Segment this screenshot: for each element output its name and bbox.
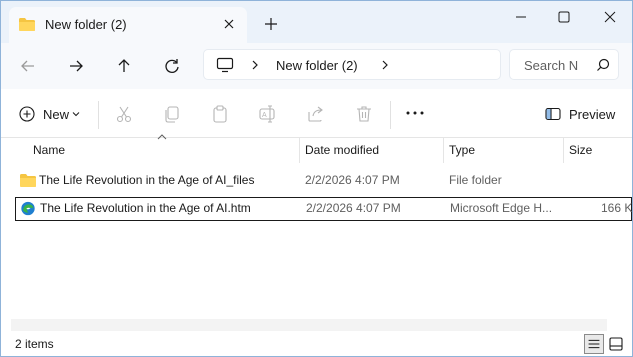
delete-icon[interactable] [354, 104, 374, 124]
tab-title: New folder (2) [45, 17, 127, 32]
copy-icon[interactable] [162, 104, 182, 124]
folder-icon [19, 18, 35, 31]
paste-icon[interactable] [210, 104, 230, 124]
search-input[interactable]: Search N [509, 49, 619, 80]
file-row[interactable]: The Life Revolution in the Age of AI_fil… [15, 169, 632, 193]
new-button[interactable]: New [15, 102, 87, 126]
column-divider[interactable] [299, 138, 300, 163]
title-bar: New folder (2) [1, 1, 632, 43]
search-placeholder: Search N [524, 58, 579, 73]
plus-icon[interactable] [263, 16, 279, 32]
arrow-right-icon[interactable] [65, 55, 87, 77]
minimize-icon[interactable] [499, 7, 543, 27]
plus-circle-icon [19, 106, 35, 122]
column-header-type[interactable]: Type [449, 143, 475, 157]
tab-new-folder-2[interactable]: New folder (2) [9, 7, 247, 43]
tiles-view-icon[interactable] [607, 335, 625, 353]
column-header-name[interactable]: Name [33, 143, 65, 157]
column-header-row: Name Date modified Type Size [1, 138, 632, 163]
column-divider[interactable] [563, 138, 564, 163]
file-type: File folder [449, 173, 502, 187]
file-size: 166 KB [601, 201, 633, 215]
cut-icon[interactable] [114, 104, 134, 124]
file-type: Microsoft Edge H... [450, 201, 553, 215]
file-date: 2/2/2026 4:07 PM [305, 173, 400, 187]
column-divider[interactable] [443, 138, 444, 163]
file-name: The Life Revolution in the Age of AI.htm [40, 201, 251, 215]
this-pc-icon[interactable] [216, 57, 234, 73]
column-header-date[interactable]: Date modified [305, 143, 379, 157]
file-name: The Life Revolution in the Age of AI_fil… [39, 173, 255, 187]
command-bar: New A Preview [1, 89, 632, 139]
edge-icon [21, 201, 35, 216]
share-icon[interactable] [306, 104, 326, 124]
item-count: 2 items [15, 337, 54, 351]
chevron-right-icon[interactable] [249, 59, 261, 71]
preview-button[interactable]: Preview [541, 102, 621, 126]
details-view-icon[interactable] [584, 334, 604, 354]
preview-pane-icon [545, 107, 561, 121]
file-row-selected[interactable]: The Life Revolution in the Age of AI.htm… [15, 197, 633, 221]
chevron-right-icon[interactable] [379, 59, 391, 71]
preview-button-label: Preview [569, 107, 616, 122]
explorer-window: New folder (2) New folder (2) Search N N… [0, 0, 633, 357]
maximize-icon[interactable] [541, 7, 585, 27]
horizontal-scrollbar[interactable] [11, 319, 607, 331]
more-options-icon[interactable] [404, 105, 426, 121]
close-icon[interactable] [221, 16, 237, 32]
folder-icon [20, 174, 36, 187]
svg-text:A: A [262, 112, 267, 119]
navigation-bar: New folder (2) Search N [1, 43, 632, 89]
rename-icon[interactable]: A [258, 104, 278, 124]
search-icon [597, 58, 610, 71]
arrow-left-icon[interactable] [17, 55, 39, 77]
column-header-size[interactable]: Size [569, 143, 592, 157]
file-date: 2/2/2026 4:07 PM [306, 201, 401, 215]
arrow-up-icon[interactable] [113, 55, 135, 77]
window-close-icon[interactable] [587, 7, 631, 27]
breadcrumb-segment[interactable]: New folder (2) [276, 58, 358, 73]
toolbar-divider [98, 101, 99, 129]
status-bar: 2 items [1, 332, 632, 356]
new-button-label: New [43, 107, 70, 122]
toolbar-divider [390, 101, 391, 129]
refresh-icon[interactable] [161, 55, 183, 77]
address-bar[interactable]: New folder (2) [203, 49, 501, 80]
chevron-down-icon [72, 112, 80, 117]
